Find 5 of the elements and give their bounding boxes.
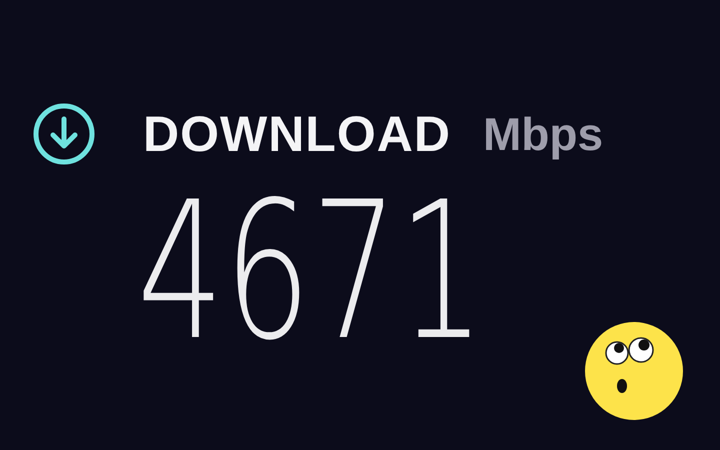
download-icon: [33, 103, 95, 165]
surprised-face-icon: [584, 321, 684, 421]
metric-label: DOWNLOAD: [143, 105, 451, 163]
speed-value: 4671: [137, 177, 486, 367]
unit-label: Mbps: [482, 107, 604, 161]
